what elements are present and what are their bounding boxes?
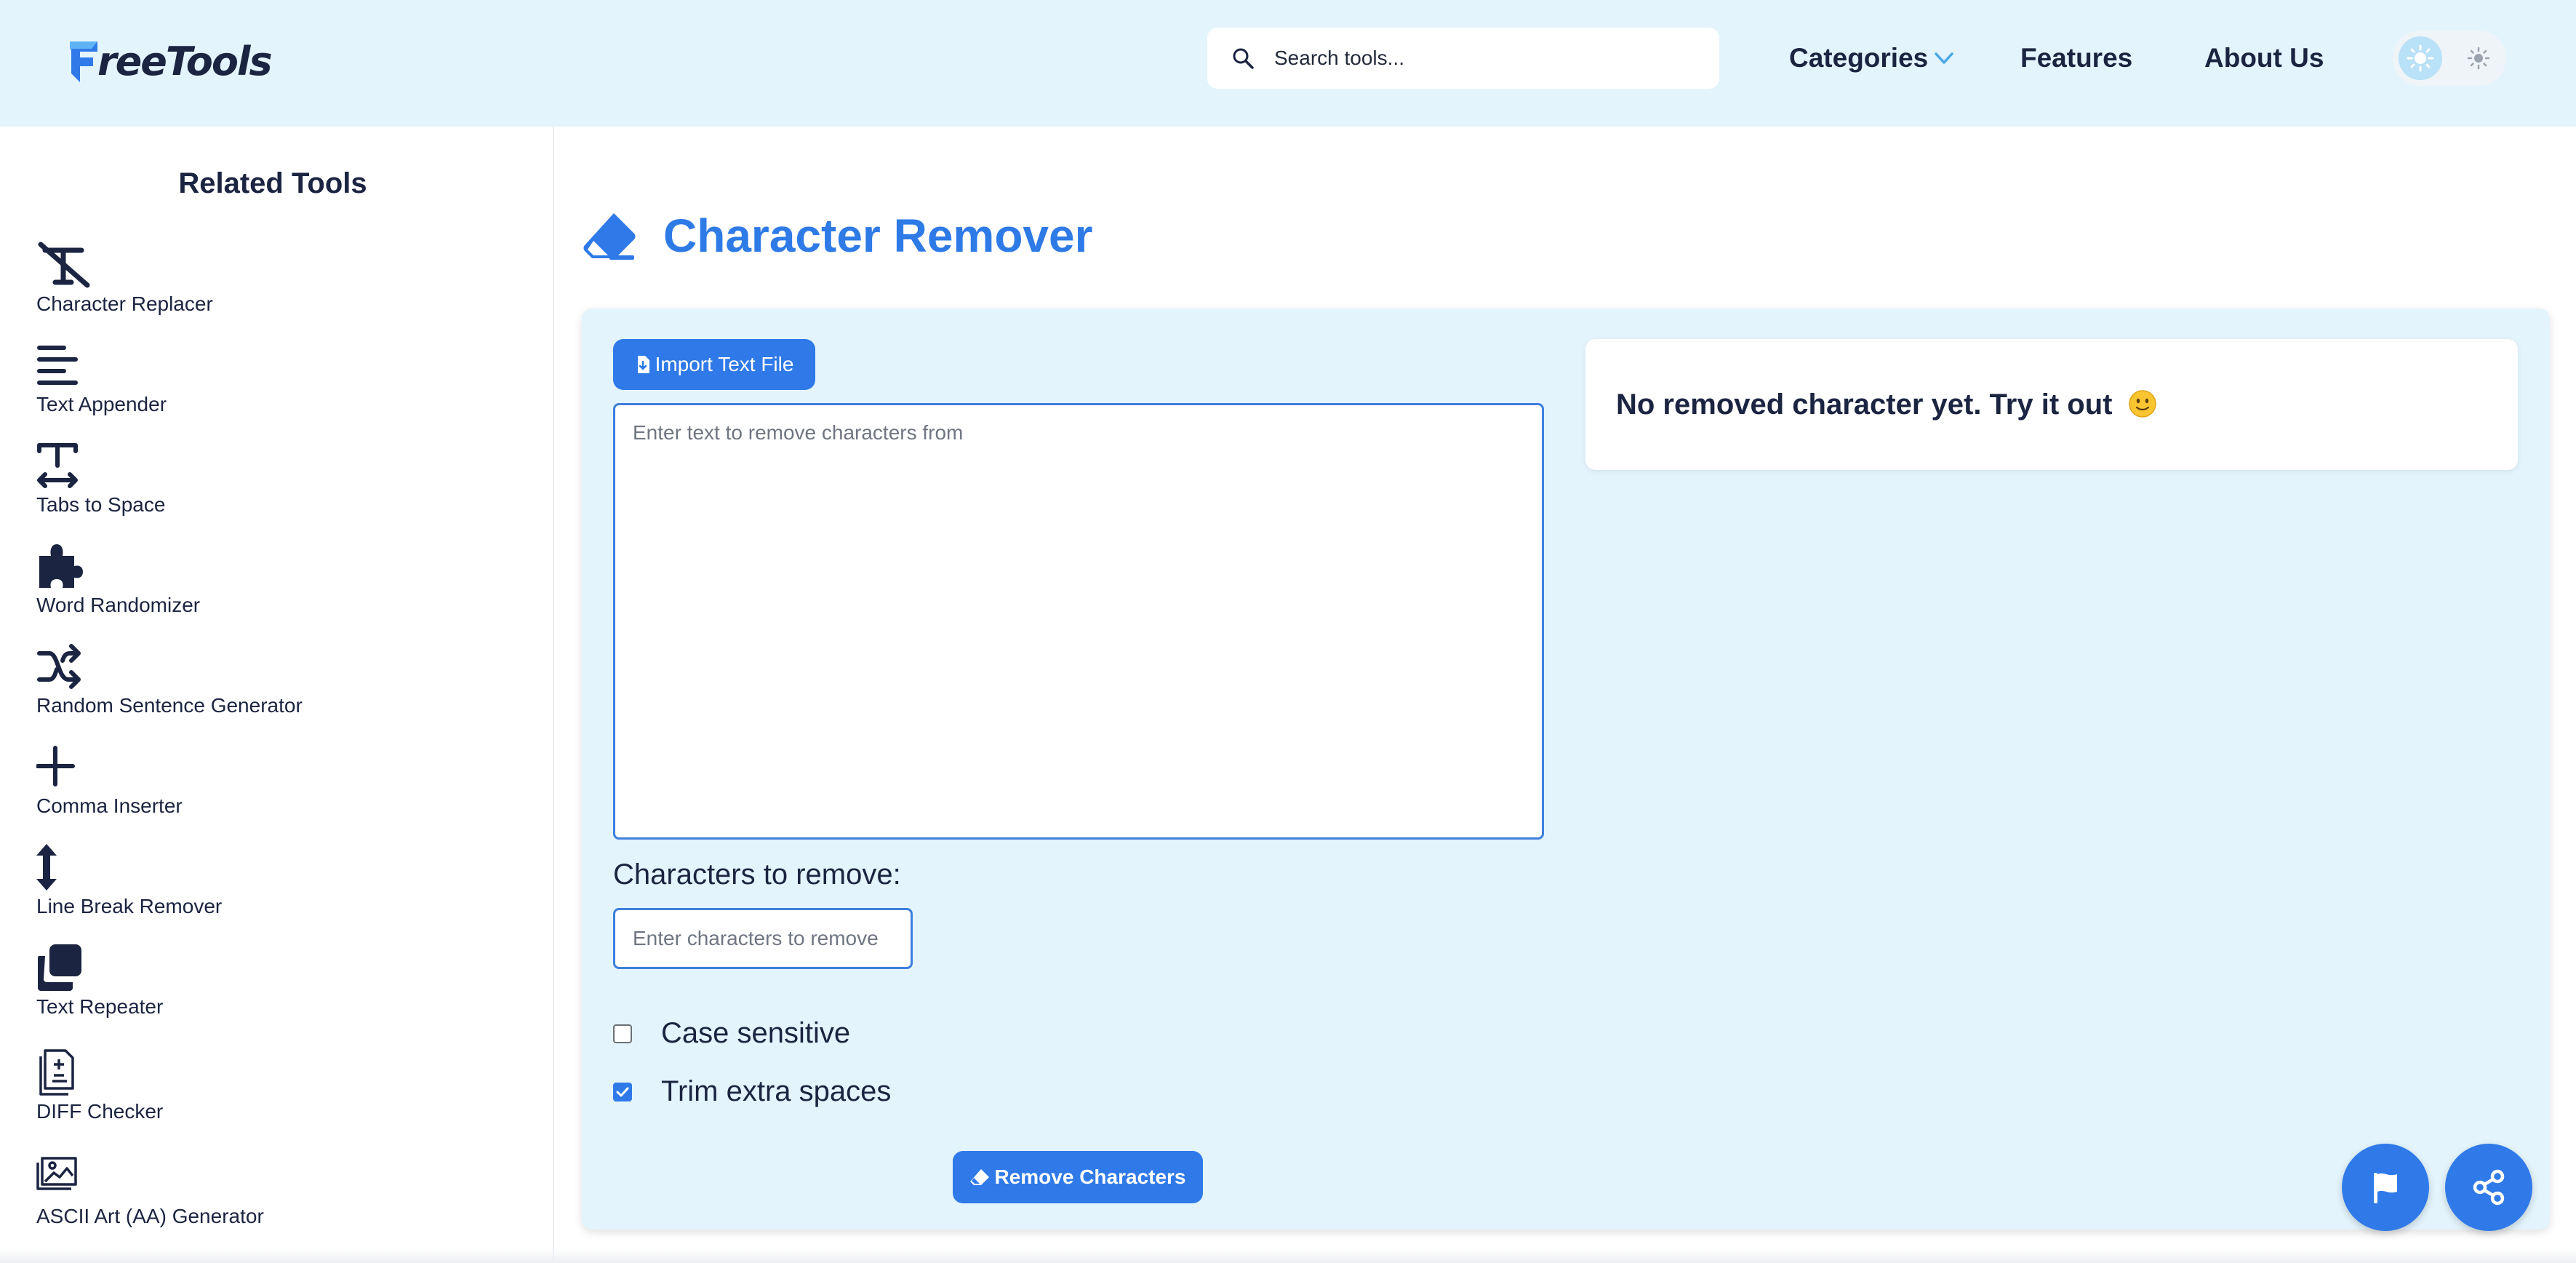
page-title: Character Remover <box>582 205 1093 266</box>
sidebar-item-text-repeater[interactable]: Text Repeater <box>36 943 473 1019</box>
sidebar-item-character-replacer[interactable]: Character Replacer <box>36 240 473 316</box>
sidebar-item-label: Character Replacer <box>36 292 213 315</box>
flag-icon <box>2374 1173 2397 1203</box>
nav-about-us[interactable]: About Us <box>2204 38 2324 79</box>
text-width-icon <box>36 441 92 492</box>
align-left-icon <box>36 340 92 391</box>
sidebar-item-comma-inserter[interactable]: Comma Inserter <box>36 742 473 818</box>
moon-icon <box>2467 47 2490 70</box>
sidebar-item-label: Tabs to Space <box>36 493 166 516</box>
sidebar-item-label: Line Break Remover <box>36 895 223 917</box>
share-button[interactable] <box>2445 1144 2532 1231</box>
sidebar-item-ascii-art-generator[interactable]: ASCII Art (AA) Generator <box>36 1152 473 1228</box>
result-message-text: No removed character yet. Try it out <box>1616 388 2113 421</box>
sidebar-item-label: Text Repeater <box>36 995 164 1018</box>
import-button-label: Import Text File <box>655 353 794 375</box>
characters-to-remove-label: Characters to remove: <box>613 858 901 891</box>
logo-text: reeTools <box>97 38 273 84</box>
plus-icon <box>36 742 92 793</box>
sidebar-item-label: Random Sentence Generator <box>36 694 303 717</box>
result-panel: No removed character yet. Try it out <box>1585 339 2518 470</box>
sidebar-item-tabs-to-space[interactable]: Tabs to Space <box>36 441 473 517</box>
case-sensitive-checkbox[interactable] <box>613 1024 632 1043</box>
sidebar-item-label: Text Appender <box>36 393 167 415</box>
checkmark-icon <box>616 1087 629 1096</box>
related-tools-sidebar: Related Tools Character Replacer Text Ap… <box>0 127 554 1263</box>
case-sensitive-label: Case sensitive <box>661 1017 851 1049</box>
site-logo[interactable]: reeTools <box>65 32 273 90</box>
theme-toggle <box>2393 31 2506 86</box>
trim-extra-spaces-label: Trim extra spaces <box>661 1075 892 1107</box>
sidebar-item-word-randomizer[interactable]: Word Randomizer <box>36 541 473 617</box>
clone-icon <box>36 943 92 994</box>
chevron-down-icon <box>1935 52 1953 64</box>
light-theme-button[interactable] <box>2399 36 2442 80</box>
sidebar-item-line-break-remover[interactable]: Line Break Remover <box>36 842 473 918</box>
sidebar-item-label: DIFF Checker <box>36 1100 164 1123</box>
shuffle-icon <box>36 642 92 693</box>
search-icon <box>1233 48 1254 69</box>
sidebar-item-text-appender[interactable]: Text Appender <box>36 340 473 416</box>
nav-about-label: About Us <box>2204 43 2324 73</box>
eraser-icon <box>583 213 636 260</box>
image-ascii-icon <box>36 1152 92 1203</box>
sidebar-item-random-sentence-generator[interactable]: Random Sentence Generator <box>36 642 473 717</box>
trim-extra-spaces-checkbox[interactable] <box>613 1082 632 1101</box>
report-button[interactable] <box>2342 1144 2429 1231</box>
remove-button-label: Remove Characters <box>994 1166 1186 1188</box>
import-text-file-button[interactable]: Import Text File <box>613 339 815 390</box>
search-input[interactable] <box>1274 47 1681 70</box>
file-diff-icon <box>36 1048 92 1099</box>
characters-to-remove-input[interactable] <box>613 908 913 969</box>
search-box[interactable] <box>1207 28 1719 89</box>
trim-extra-spaces-option[interactable]: Trim extra spaces <box>613 1075 891 1108</box>
remove-characters-button[interactable]: Remove Characters <box>953 1151 1203 1203</box>
sun-icon <box>2407 44 2434 72</box>
slightly-smiling-face-icon <box>2128 389 2156 418</box>
nav-features-label: Features <box>2020 43 2133 73</box>
puzzle-piece-icon <box>36 541 92 592</box>
nav-categories[interactable]: Categories <box>1789 38 1954 79</box>
share-icon <box>2473 1169 2505 1206</box>
result-message: No removed character yet. Try it out <box>1616 389 2157 421</box>
logo-mark-icon <box>70 41 97 82</box>
text-slash-icon <box>36 240 92 291</box>
sidebar-title: Related Tools <box>178 167 367 199</box>
dark-theme-button[interactable] <box>2457 36 2500 80</box>
case-sensitive-option[interactable]: Case sensitive <box>613 1017 850 1050</box>
input-text-area[interactable] <box>613 403 1544 840</box>
nav-categories-label: Categories <box>1789 43 1929 73</box>
sidebar-item-label: Comma Inserter <box>36 794 183 817</box>
file-import-icon <box>637 356 649 373</box>
sidebar-item-label: Word Randomizer <box>36 594 201 616</box>
eraser-icon <box>970 1169 990 1185</box>
nav-features[interactable]: Features <box>2020 38 2132 79</box>
page-title-text: Character Remover <box>663 210 1093 262</box>
page-bottom-shadow <box>0 1248 2576 1263</box>
arrows-up-down-icon <box>36 842 92 893</box>
sidebar-item-diff-checker[interactable]: DIFF Checker <box>36 1048 473 1123</box>
top-header: reeTools Categories Features About Us <box>0 0 2576 127</box>
sidebar-item-label: ASCII Art (AA) Generator <box>36 1205 264 1227</box>
